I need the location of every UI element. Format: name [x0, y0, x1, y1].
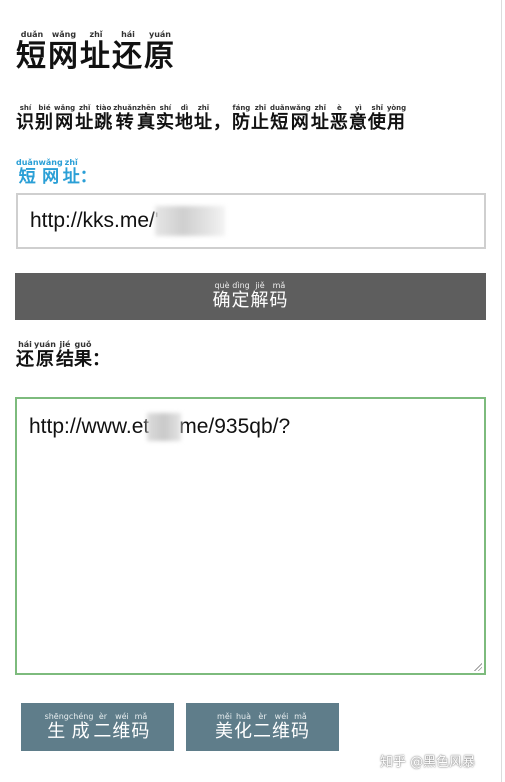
ruby-char: 址zhǐ [62, 158, 80, 187]
result-textarea[interactable]: http://www.et me/935qb/? [15, 397, 486, 675]
ruby-char: 址zhǐ [310, 104, 330, 133]
ruby-char: 网wǎng [289, 104, 311, 133]
watermark: 知乎 @黑色风暴 [380, 755, 476, 770]
short-url-label: 短duǎn网wǎng址zhǐ： [16, 158, 97, 187]
ruby-char: 成chéng [68, 711, 94, 742]
ruby-char: 实shí [155, 104, 175, 133]
ruby-char: 地dì [174, 104, 194, 133]
redacted-blur [154, 206, 225, 236]
ruby-char: 使shǐ [367, 104, 387, 133]
ruby-char: 意yì [348, 104, 368, 133]
decode-button[interactable]: 确què 定dìng 解jiě 码mǎ [15, 273, 486, 320]
ruby-char: 网wǎng [54, 104, 76, 133]
ruby-char: 址zhǐ [193, 104, 213, 133]
ruby-char: 转zhuǎn [113, 104, 137, 133]
ruby-char: 短duǎn [16, 158, 39, 187]
ruby-char: 结jié [56, 340, 74, 370]
generate-qrcode-button[interactable]: 生shēng 成chéng 二èr 维wéi 码mǎ [21, 703, 174, 751]
ruby-char: 址zhǐ [75, 104, 95, 133]
resize-grip-icon[interactable] [474, 663, 482, 671]
ruby-char: 化huà [234, 711, 253, 742]
ruby-char: 码mǎ [269, 281, 289, 311]
beautify-qrcode-button[interactable]: 美měi 化huà 二èr 维wéi 码mǎ [186, 703, 339, 751]
ruby-char: 二èr [93, 711, 113, 742]
ruby-char: 二èr [253, 711, 272, 742]
ruby-char: 维wéi [272, 711, 291, 742]
ruby-char: 跳tiào [94, 104, 114, 133]
result-url-suffix: me/935qb/? [179, 415, 291, 438]
ruby-char: 原yuán [144, 30, 176, 74]
ruby-char: 真zhēn [136, 104, 156, 133]
ruby-char: 定dìng [231, 281, 251, 311]
page-edge-divider [501, 0, 502, 782]
ruby-char: 址zhǐ [80, 30, 112, 74]
result-url-prefix: http://www.et [29, 415, 150, 438]
ruby-char: 识shí [16, 104, 35, 133]
ruby-char: 码mǎ [291, 711, 310, 742]
ruby-char: 美měi [215, 711, 234, 742]
ruby-char: 恶è [329, 104, 349, 133]
ruby-char: ， [212, 112, 232, 133]
ruby-char: 短duǎn [269, 104, 290, 133]
page-subtitle: 识shí别bié网wǎng址zhǐ跳tiào转zhuǎn真zhēn实shí地dì… [16, 104, 406, 134]
ruby-char: 短duǎn [16, 30, 48, 74]
ruby-char: 网wǎng [38, 158, 63, 187]
ruby-char: 果guǒ [74, 340, 92, 370]
ruby-char: 维wéi [112, 711, 132, 742]
result-url: http://www.et me/935qb/? [29, 413, 472, 441]
redacted-blur [147, 413, 182, 441]
page-title: 短duǎn网wǎng址zhǐ还hái原yuán [16, 30, 176, 75]
ruby-char: 防fáng [231, 104, 251, 133]
ruby-char: 确què [212, 281, 232, 311]
short-url-input[interactable]: http://kks.me/' [16, 193, 486, 249]
ruby-char: 用yòng [386, 104, 407, 133]
ruby-char: 解jiě [250, 281, 270, 311]
ruby-char: 还hái [16, 340, 34, 370]
result-label: 还hái原yuán结jié果guǒ： [16, 340, 110, 370]
ruby-char: 码mǎ [131, 711, 151, 742]
ruby-char: 别bié [35, 104, 54, 133]
ruby-char: 生shēng [44, 711, 69, 742]
ruby-char: 原yuán [34, 340, 57, 370]
ruby-char: 网wǎng [48, 30, 80, 74]
ruby-char: 止zhǐ [250, 104, 270, 133]
ruby-char: 还hái [112, 30, 144, 74]
short-url-value: http://kks.me/' [30, 209, 159, 232]
